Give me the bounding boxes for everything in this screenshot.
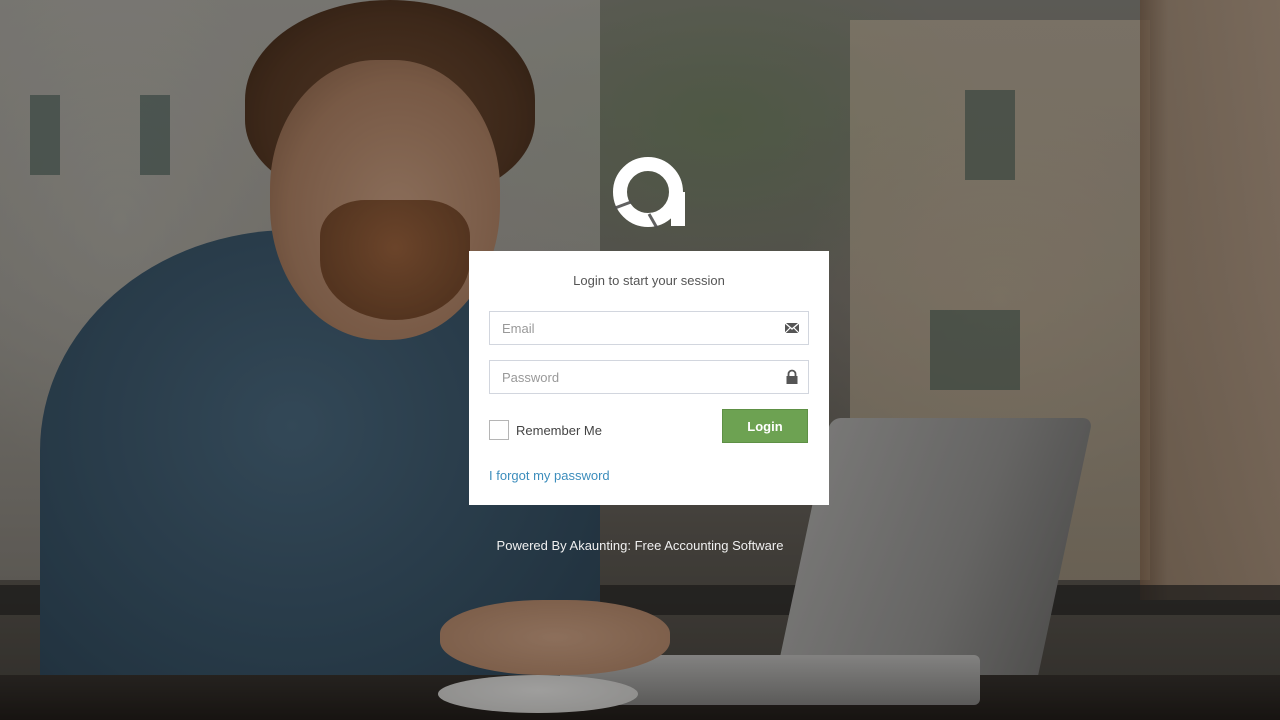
password-input[interactable] xyxy=(490,361,775,393)
forgot-password-link[interactable]: I forgot my password xyxy=(489,468,610,483)
remember-me[interactable]: Remember Me xyxy=(489,419,602,441)
email-field[interactable] xyxy=(489,311,809,345)
login-button[interactable]: Login xyxy=(722,409,808,443)
lock-icon xyxy=(784,369,800,385)
email-input[interactable] xyxy=(490,312,775,344)
remember-me-label[interactable]: Remember Me xyxy=(516,423,602,438)
login-box: Login to start your session Remember Me … xyxy=(469,251,829,505)
envelope-icon xyxy=(784,320,800,336)
remember-me-checkbox[interactable] xyxy=(489,420,509,440)
login-box-message: Login to start your session xyxy=(573,273,725,288)
powered-by-footer: Powered By Akaunting: Free Accounting So… xyxy=(496,538,784,553)
password-field[interactable] xyxy=(489,360,809,394)
akaunting-logo-icon xyxy=(613,156,685,229)
